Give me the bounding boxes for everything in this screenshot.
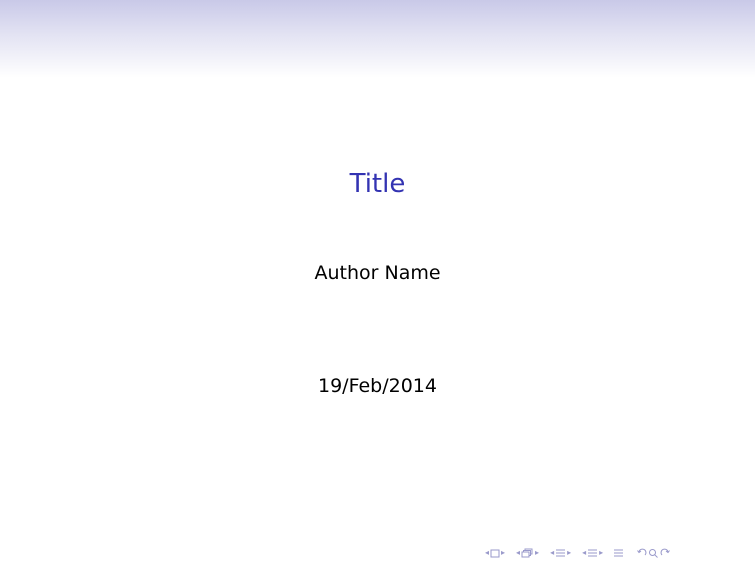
frame-nav[interactable]: ◂ ▸: [484, 546, 506, 560]
back-arrow-icon[interactable]: [636, 548, 647, 558]
subsection-next-icon[interactable]: ▸: [534, 546, 540, 560]
beamer-slide: Title Author Name 19/Feb/2014 ◂ ▸ ◂ ▸ ◂: [0, 0, 755, 566]
document-next-icon[interactable]: ▸: [598, 546, 604, 560]
appendix-nav[interactable]: [613, 548, 624, 558]
navigation-symbols: ◂ ▸ ◂ ▸ ◂ ▸ ◂ ▸: [484, 546, 671, 560]
subsection-nav-icon: [521, 548, 533, 558]
search-zoom-nav[interactable]: [636, 548, 671, 558]
frame-next-icon[interactable]: ▸: [500, 546, 506, 560]
section-next-icon[interactable]: ▸: [566, 546, 572, 560]
author-name: Author Name: [314, 262, 441, 284]
document-nav-icon: [588, 549, 598, 557]
presentation-date: 19/Feb/2014: [318, 375, 437, 397]
header-gradient: [0, 0, 755, 78]
slide-title: Title: [349, 169, 406, 199]
frame-nav-icon: [490, 549, 500, 557]
section-nav-icon: [556, 549, 566, 557]
section-nav[interactable]: ◂ ▸: [549, 546, 572, 560]
document-nav[interactable]: ◂ ▸: [581, 546, 604, 560]
appendix-nav-icon: [614, 549, 624, 557]
search-zoom-icon[interactable]: [648, 548, 659, 558]
subsection-nav[interactable]: ◂ ▸: [515, 546, 540, 560]
forward-arrow-icon[interactable]: [660, 548, 671, 558]
